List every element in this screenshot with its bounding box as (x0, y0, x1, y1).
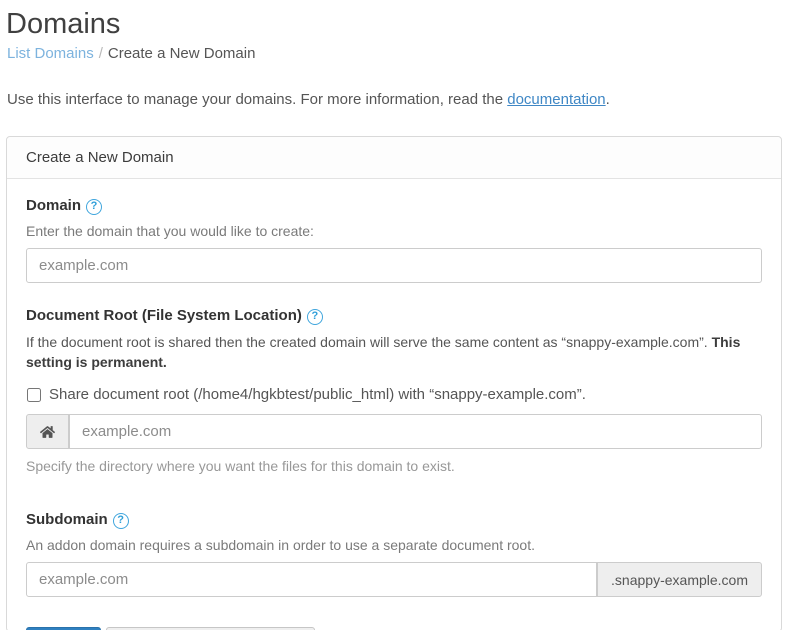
panel-header: Create a New Domain (7, 137, 781, 179)
domain-input[interactable] (26, 248, 762, 283)
domain-help-text: Enter the domain that you would like to … (26, 223, 314, 239)
page-title: Domains (6, 8, 121, 40)
docroot-hint: Specify the directory where you want the… (26, 458, 455, 474)
subdomain-label-text: Subdomain (26, 511, 108, 528)
docroot-input[interactable] (69, 414, 762, 449)
docroot-label-text: Document Root (File System Location) (26, 307, 302, 324)
documentation-link[interactable]: documentation (507, 91, 605, 108)
docroot-description: If the document root is shared then the … (26, 332, 762, 372)
home-icon (26, 414, 69, 449)
share-docroot-row: Share document root (/home4/hgkbtest/pub… (26, 385, 762, 404)
intro-text: Use this interface to manage your domain… (7, 90, 782, 110)
share-docroot-checkbox[interactable] (27, 387, 41, 402)
docroot-label: Document Root (File System Location)? (26, 307, 762, 325)
help-icon[interactable]: ? (112, 513, 129, 529)
breadcrumb-link-list-domains[interactable]: List Domains (7, 45, 94, 62)
help-icon[interactable]: ? (86, 199, 103, 215)
docroot-form-group: Document Root (File System Location)? If… (26, 307, 762, 475)
docroot-input-group (26, 414, 762, 449)
domain-label-text: Domain (26, 197, 82, 214)
breadcrumb-separator: / (98, 45, 103, 62)
intro-text-before: Use this interface to manage your domain… (7, 91, 508, 108)
subdomain-label: Subdomain? (26, 511, 762, 529)
intro-text-after: . (605, 91, 610, 108)
subdomain-input-group: .snappy-example.com (26, 562, 762, 597)
breadcrumb-current: Create a New Domain (107, 45, 256, 62)
create-domain-panel: Create a New Domain Domain? Enter the do… (6, 136, 782, 630)
domains-page: Domains List Domains / Create a New Domain… (0, 0, 788, 630)
subdomain-input[interactable] (26, 562, 598, 597)
domain-label: Domain? (26, 197, 762, 215)
breadcrumb: List Domains / Create a New Domain (4, 44, 784, 64)
domain-form-group: Domain? Enter the domain that you would … (26, 197, 762, 283)
help-icon[interactable]: ? (306, 309, 323, 325)
subdomain-help-text: An addon domain requires a subdomain in … (26, 537, 535, 553)
docroot-description-normal: If the document root is shared then the … (26, 334, 712, 350)
subdomain-suffix: .snappy-example.com (597, 562, 762, 597)
subdomain-form-group: Subdomain? An addon domain requires a su… (26, 511, 762, 597)
panel-body: Domain? Enter the domain that you would … (7, 179, 781, 630)
share-docroot-label: Share document root (/home4/hgkbtest/pub… (49, 386, 586, 403)
